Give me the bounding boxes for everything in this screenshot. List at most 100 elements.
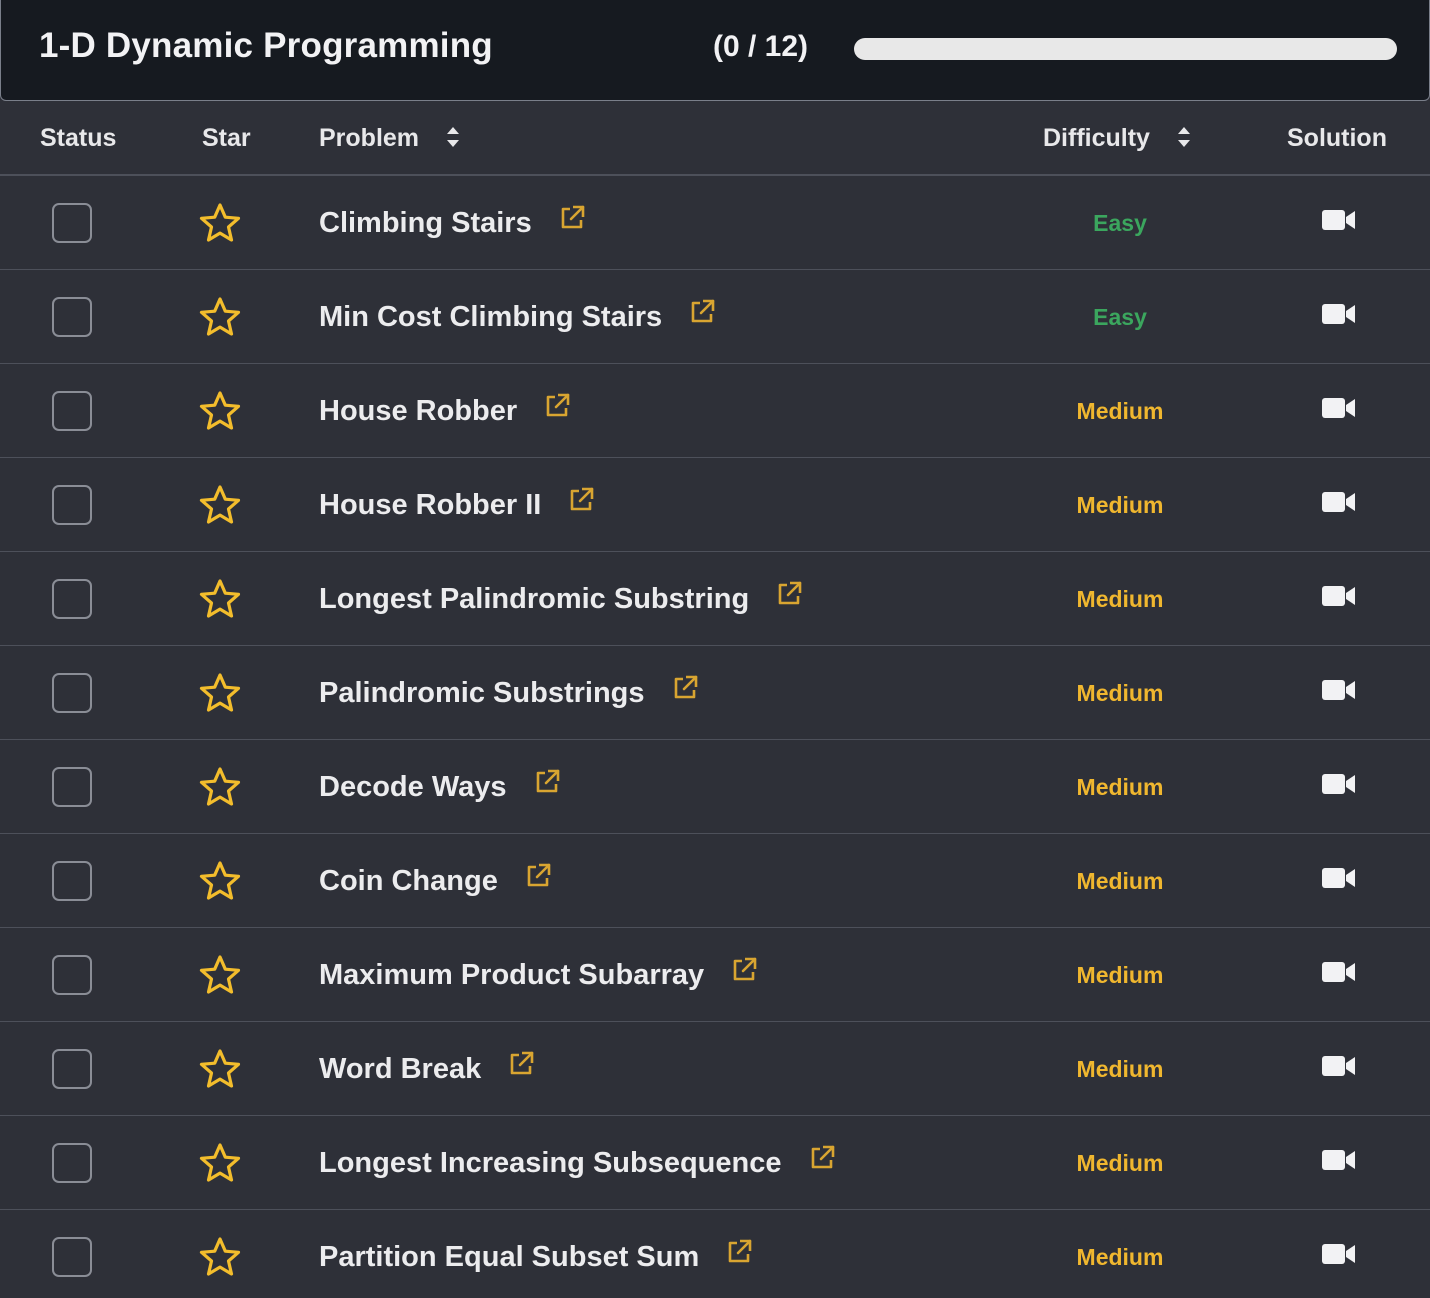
external-link-icon[interactable] xyxy=(533,768,561,796)
problem-link[interactable]: House Robber II xyxy=(319,486,595,522)
problem-table-body: Climbing Stairs Easy Min Cost Climbing Sta… xyxy=(0,176,1430,1298)
difficulty-badge: Medium xyxy=(1076,1150,1164,1176)
table-row: Longest Palindromic Substring Medium xyxy=(0,552,1430,646)
external-link-icon[interactable] xyxy=(567,486,595,514)
difficulty-badge: Medium xyxy=(1076,962,1164,988)
star-icon[interactable] xyxy=(198,484,242,526)
status-checkbox[interactable] xyxy=(52,1143,92,1183)
external-link-icon[interactable] xyxy=(558,204,586,232)
problem-name: Partition Equal Subset Sum xyxy=(319,1241,700,1273)
difficulty-badge: Medium xyxy=(1076,1056,1164,1082)
status-checkbox[interactable] xyxy=(52,485,92,525)
status-checkbox[interactable] xyxy=(52,767,92,807)
column-status: Status xyxy=(40,124,117,152)
star-icon[interactable] xyxy=(198,296,242,338)
column-star: Star xyxy=(202,124,251,152)
column-problem-label: Problem xyxy=(319,124,420,152)
problem-name: House Robber xyxy=(319,395,518,427)
problem-link[interactable]: Palindromic Substrings xyxy=(319,674,699,710)
table-row: Longest Increasing Subsequence Medium xyxy=(0,1116,1430,1210)
external-link-icon[interactable] xyxy=(725,1238,753,1266)
problem-name: Climbing Stairs xyxy=(319,207,532,239)
external-link-icon[interactable] xyxy=(507,1050,535,1078)
video-solution-icon[interactable] xyxy=(1322,961,1356,983)
video-solution-icon[interactable] xyxy=(1322,303,1356,325)
column-difficulty-label: Difficulty xyxy=(1043,124,1150,152)
difficulty-badge: Medium xyxy=(1076,586,1164,612)
status-checkbox[interactable] xyxy=(52,297,92,337)
video-solution-icon[interactable] xyxy=(1322,1243,1356,1265)
sort-icon[interactable] xyxy=(1177,126,1191,148)
problem-name: Word Break xyxy=(319,1053,482,1085)
problem-link[interactable]: Maximum Product Subarray xyxy=(319,956,758,992)
problem-link[interactable]: Decode Ways xyxy=(319,768,561,804)
column-solution: Solution xyxy=(1287,124,1387,152)
problem-list-page: 1-D Dynamic Programming (0 / 12) Status … xyxy=(0,0,1430,1298)
difficulty-badge: Medium xyxy=(1076,868,1164,894)
table-row: Palindromic Substrings Medium xyxy=(0,646,1430,740)
status-checkbox[interactable] xyxy=(52,203,92,243)
external-link-icon[interactable] xyxy=(543,392,571,420)
external-link-icon[interactable] xyxy=(524,862,552,890)
problem-link[interactable]: Longest Increasing Subsequence xyxy=(319,1144,836,1180)
video-solution-icon[interactable] xyxy=(1322,773,1356,795)
external-link-icon[interactable] xyxy=(775,580,803,608)
status-checkbox[interactable] xyxy=(52,391,92,431)
problem-link[interactable]: Partition Equal Subset Sum xyxy=(319,1238,753,1274)
external-link-icon[interactable] xyxy=(730,956,758,984)
table-row: House Robber II Medium xyxy=(0,458,1430,552)
problem-name: Palindromic Substrings xyxy=(319,677,645,709)
video-solution-icon[interactable] xyxy=(1322,679,1356,701)
star-icon[interactable] xyxy=(198,672,242,714)
video-solution-icon[interactable] xyxy=(1322,867,1356,889)
problem-link[interactable]: Coin Change xyxy=(319,862,552,898)
sort-icon[interactable] xyxy=(446,126,460,148)
status-checkbox[interactable] xyxy=(52,1237,92,1277)
status-checkbox[interactable] xyxy=(52,673,92,713)
video-solution-icon[interactable] xyxy=(1322,1149,1356,1171)
category-header[interactable]: 1-D Dynamic Programming (0 / 12) xyxy=(0,0,1430,101)
star-icon[interactable] xyxy=(198,954,242,996)
video-solution-icon[interactable] xyxy=(1322,491,1356,513)
problem-name: Coin Change xyxy=(319,865,498,897)
video-solution-icon[interactable] xyxy=(1322,1055,1356,1077)
problem-link[interactable]: Word Break xyxy=(319,1050,535,1086)
star-icon[interactable] xyxy=(198,578,242,620)
problem-name: Maximum Product Subarray xyxy=(319,959,705,991)
star-icon[interactable] xyxy=(198,1236,242,1278)
difficulty-badge: Medium xyxy=(1076,1244,1164,1270)
table-row: Maximum Product Subarray Medium xyxy=(0,928,1430,1022)
problem-link[interactable]: Min Cost Climbing Stairs xyxy=(319,298,716,334)
table-row: Word Break Medium xyxy=(0,1022,1430,1116)
star-icon[interactable] xyxy=(198,390,242,432)
difficulty-badge: Easy xyxy=(1093,210,1147,236)
star-icon[interactable] xyxy=(198,1142,242,1184)
problem-link[interactable]: Longest Palindromic Substring xyxy=(319,580,803,616)
status-checkbox[interactable] xyxy=(52,955,92,995)
difficulty-badge: Medium xyxy=(1076,774,1164,800)
video-solution-icon[interactable] xyxy=(1322,585,1356,607)
video-solution-icon[interactable] xyxy=(1322,397,1356,419)
table-row: Decode Ways Medium xyxy=(0,740,1430,834)
problem-link[interactable]: Climbing Stairs xyxy=(319,204,586,240)
star-icon[interactable] xyxy=(198,860,242,902)
problem-name: House Robber II xyxy=(319,489,542,521)
problem-name: Longest Palindromic Substring xyxy=(319,583,750,615)
star-icon[interactable] xyxy=(198,1048,242,1090)
difficulty-badge: Medium xyxy=(1076,492,1164,518)
column-difficulty[interactable]: Difficulty xyxy=(1043,124,1191,153)
problem-name: Decode Ways xyxy=(319,771,507,803)
star-icon[interactable] xyxy=(198,202,242,244)
table-row: House Robber Medium xyxy=(0,364,1430,458)
column-problem[interactable]: Problem xyxy=(319,124,460,153)
status-checkbox[interactable] xyxy=(52,1049,92,1089)
external-link-icon[interactable] xyxy=(688,298,716,326)
status-checkbox[interactable] xyxy=(52,861,92,901)
video-solution-icon[interactable] xyxy=(1322,209,1356,231)
status-checkbox[interactable] xyxy=(52,579,92,619)
problem-link[interactable]: House Robber xyxy=(319,392,571,428)
external-link-icon[interactable] xyxy=(808,1144,836,1172)
external-link-icon[interactable] xyxy=(671,674,699,702)
table-row: Coin Change Medium xyxy=(0,834,1430,928)
star-icon[interactable] xyxy=(198,766,242,808)
